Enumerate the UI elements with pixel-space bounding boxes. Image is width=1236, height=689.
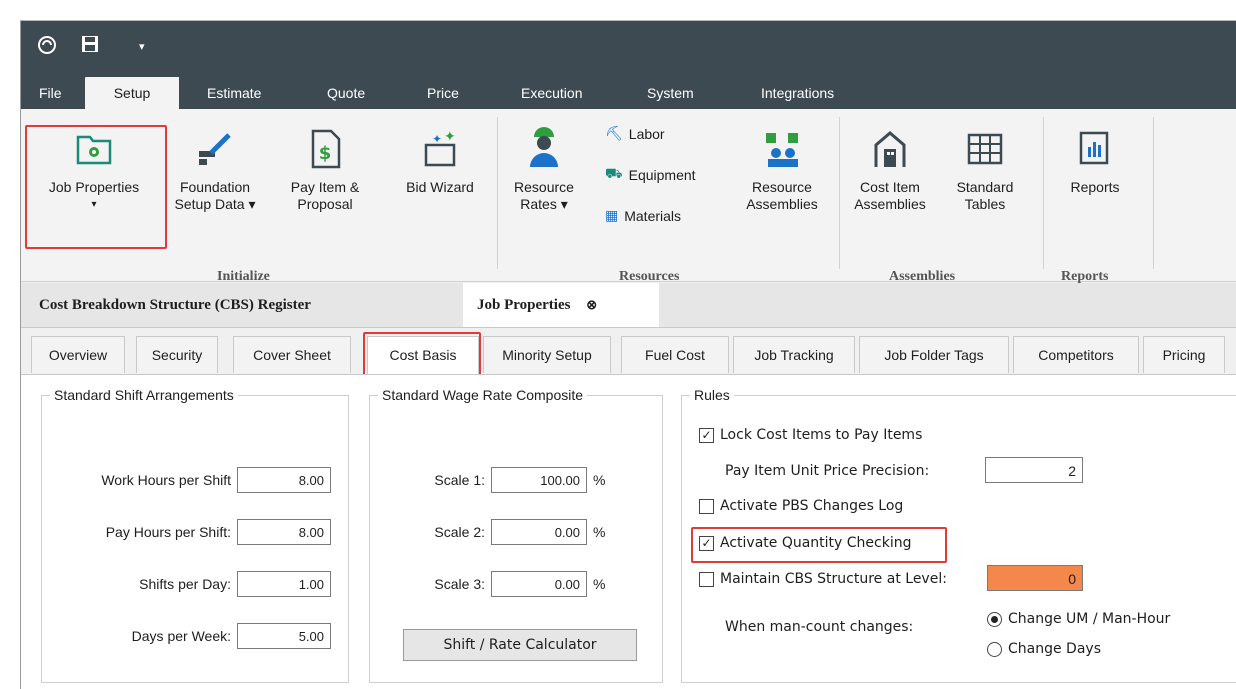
tab-file[interactable]: File	[39, 77, 62, 109]
labor-button[interactable]: ⛏ Labor	[605, 125, 665, 142]
scale1-input[interactable]: 100.00	[491, 467, 587, 493]
subtab-cover-sheet[interactable]: Cover Sheet	[233, 336, 351, 373]
subtab-pricing[interactable]: Pricing	[1143, 336, 1225, 373]
man-count-label: When man-count changes:	[725, 619, 914, 635]
doc-tab-cbs-register[interactable]: Cost Breakdown Structure (CBS) Register	[39, 283, 311, 327]
ribbon: Job Properties ▾ Foundation Setup Data ▾…	[21, 109, 1236, 284]
work-hours-label: Work Hours per Shift	[101, 472, 231, 488]
ribbon-separator	[497, 117, 498, 269]
resource-assemblies-button[interactable]: Resource Assemblies	[737, 129, 827, 213]
days-per-week-input[interactable]: 5.00	[237, 623, 331, 649]
people-group-icon	[762, 129, 802, 169]
subtab-job-tracking[interactable]: Job Tracking	[733, 336, 855, 373]
tab-quote[interactable]: Quote	[327, 77, 365, 109]
equipment-button[interactable]: ⛟ Equipment	[605, 165, 696, 184]
scale2-percent: %	[593, 524, 606, 540]
foundation-setup-data-button[interactable]: Foundation Setup Data ▾	[163, 129, 267, 213]
subtab-fuel-cost[interactable]: Fuel Cost	[621, 336, 729, 373]
rules-legend: Rules	[694, 387, 730, 403]
tab-integrations[interactable]: Integrations	[761, 77, 834, 109]
subtab-competitors[interactable]: Competitors	[1013, 336, 1139, 373]
radio-change-um-manhour[interactable]: Change UM / Man-Hour	[987, 611, 1170, 627]
subtab-minority-setup[interactable]: Minority Setup	[483, 336, 611, 373]
cost-basis-highlight	[363, 332, 481, 376]
scale3-label: Scale 3:	[434, 576, 485, 592]
quick-access-toolbar: ▾	[21, 21, 1236, 69]
radio-change-days[interactable]: Change Days	[987, 641, 1101, 657]
checkbox-checked-icon: ✓	[699, 427, 714, 443]
scale3-percent: %	[593, 576, 606, 592]
lock-cost-items-checkbox[interactable]: ✓ Lock Cost Items to Pay Items	[699, 427, 922, 443]
precision-input[interactable]: 2	[985, 457, 1083, 483]
scale3-input[interactable]: 0.00	[491, 571, 587, 597]
days-per-week-label: Days per Week:	[131, 628, 231, 644]
activate-pbs-log-checkbox[interactable]: Activate PBS Changes Log	[699, 498, 903, 514]
cost-basis-panel: Standard Shift Arrangements Work Hours p…	[21, 374, 1236, 689]
ribbon-separator	[1043, 117, 1044, 269]
radio-selected-icon	[987, 611, 1002, 627]
maintain-cbs-checkbox[interactable]: Maintain CBS Structure at Level:	[699, 571, 947, 587]
app-logo-icon	[37, 35, 57, 58]
customize-qat-icon[interactable]: ▾	[139, 38, 145, 56]
materials-button[interactable]: ▦ Materials	[605, 207, 681, 224]
resource-rates-button[interactable]: Resource Rates ▾	[505, 123, 583, 213]
doc-tab-job-properties[interactable]: Job Properties ⊗	[463, 283, 659, 327]
tab-estimate[interactable]: Estimate	[207, 77, 261, 109]
svg-text:✦: ✦	[444, 129, 456, 145]
materials-icon: ▦	[605, 207, 619, 223]
svg-text:✦: ✦	[432, 132, 442, 146]
quantity-checking-highlight	[691, 527, 947, 563]
app-window: ▾ File Setup Estimate Quote Price Execut…	[20, 20, 1236, 689]
checkbox-unchecked-icon	[699, 571, 714, 587]
scale1-label: Scale 1:	[434, 472, 485, 488]
report-chart-icon	[1075, 129, 1115, 169]
tab-execution[interactable]: Execution	[521, 77, 582, 109]
tab-system[interactable]: System	[647, 77, 694, 109]
cost-item-assemblies-button[interactable]: Cost Item Assemblies	[845, 129, 935, 213]
shift-rate-calculator-button[interactable]: Shift / Rate Calculator	[403, 629, 637, 661]
shifts-per-day-label: Shifts per Day:	[139, 576, 231, 592]
bid-wizard-button[interactable]: ✦ ✦ Bid Wizard	[395, 129, 485, 196]
shift-arrangements-legend: Standard Shift Arrangements	[54, 387, 234, 403]
job-properties-highlight	[25, 125, 167, 249]
pay-hours-label: Pay Hours per Shift:	[105, 524, 231, 540]
tab-setup[interactable]: Setup	[85, 77, 179, 109]
scale2-label: Scale 2:	[434, 524, 485, 540]
subtab-overview[interactable]: Overview	[31, 336, 125, 373]
radio-unselected-icon	[987, 641, 1002, 657]
table-icon	[965, 129, 1005, 169]
equipment-icon: ⛟	[605, 165, 623, 181]
worker-icon	[524, 123, 564, 167]
document-dollar-icon: $	[305, 129, 345, 169]
save-icon[interactable]	[81, 35, 99, 56]
foundation-icon	[195, 129, 235, 169]
svg-text:$: $	[319, 143, 332, 164]
reports-button[interactable]: Reports	[1055, 129, 1135, 196]
ribbon-tabs: File Setup Estimate Quote Price Executio…	[21, 69, 1236, 109]
ribbon-separator	[1153, 117, 1154, 269]
cbs-level-input[interactable]: 0	[987, 565, 1083, 591]
work-hours-input[interactable]: 8.00	[237, 467, 331, 493]
close-tab-icon[interactable]: ⊗	[586, 297, 597, 312]
checkbox-unchecked-icon	[699, 498, 714, 514]
wage-rate-legend: Standard Wage Rate Composite	[382, 387, 584, 403]
pay-hours-input[interactable]: 8.00	[237, 519, 331, 545]
standard-tables-button[interactable]: Standard Tables	[947, 129, 1023, 213]
precision-label: Pay Item Unit Price Precision:	[725, 463, 930, 479]
subtab-job-folder-tags[interactable]: Job Folder Tags	[859, 336, 1009, 373]
subtab-security[interactable]: Security	[136, 336, 218, 373]
labor-icon: ⛏	[605, 125, 623, 141]
job-properties-subtabs: Overview Security Cover Sheet Cost Basis…	[21, 332, 1236, 376]
pay-item-proposal-button[interactable]: $ Pay Item & Proposal	[283, 129, 367, 213]
scale1-percent: %	[593, 472, 606, 488]
ribbon-separator	[839, 117, 840, 269]
scale2-input[interactable]: 0.00	[491, 519, 587, 545]
shifts-per-day-input[interactable]: 1.00	[237, 571, 331, 597]
tab-price[interactable]: Price	[427, 77, 459, 109]
wizard-icon: ✦ ✦	[420, 129, 460, 169]
building-icon	[870, 129, 910, 169]
document-tabs: Cost Breakdown Structure (CBS) Register …	[21, 283, 1236, 328]
